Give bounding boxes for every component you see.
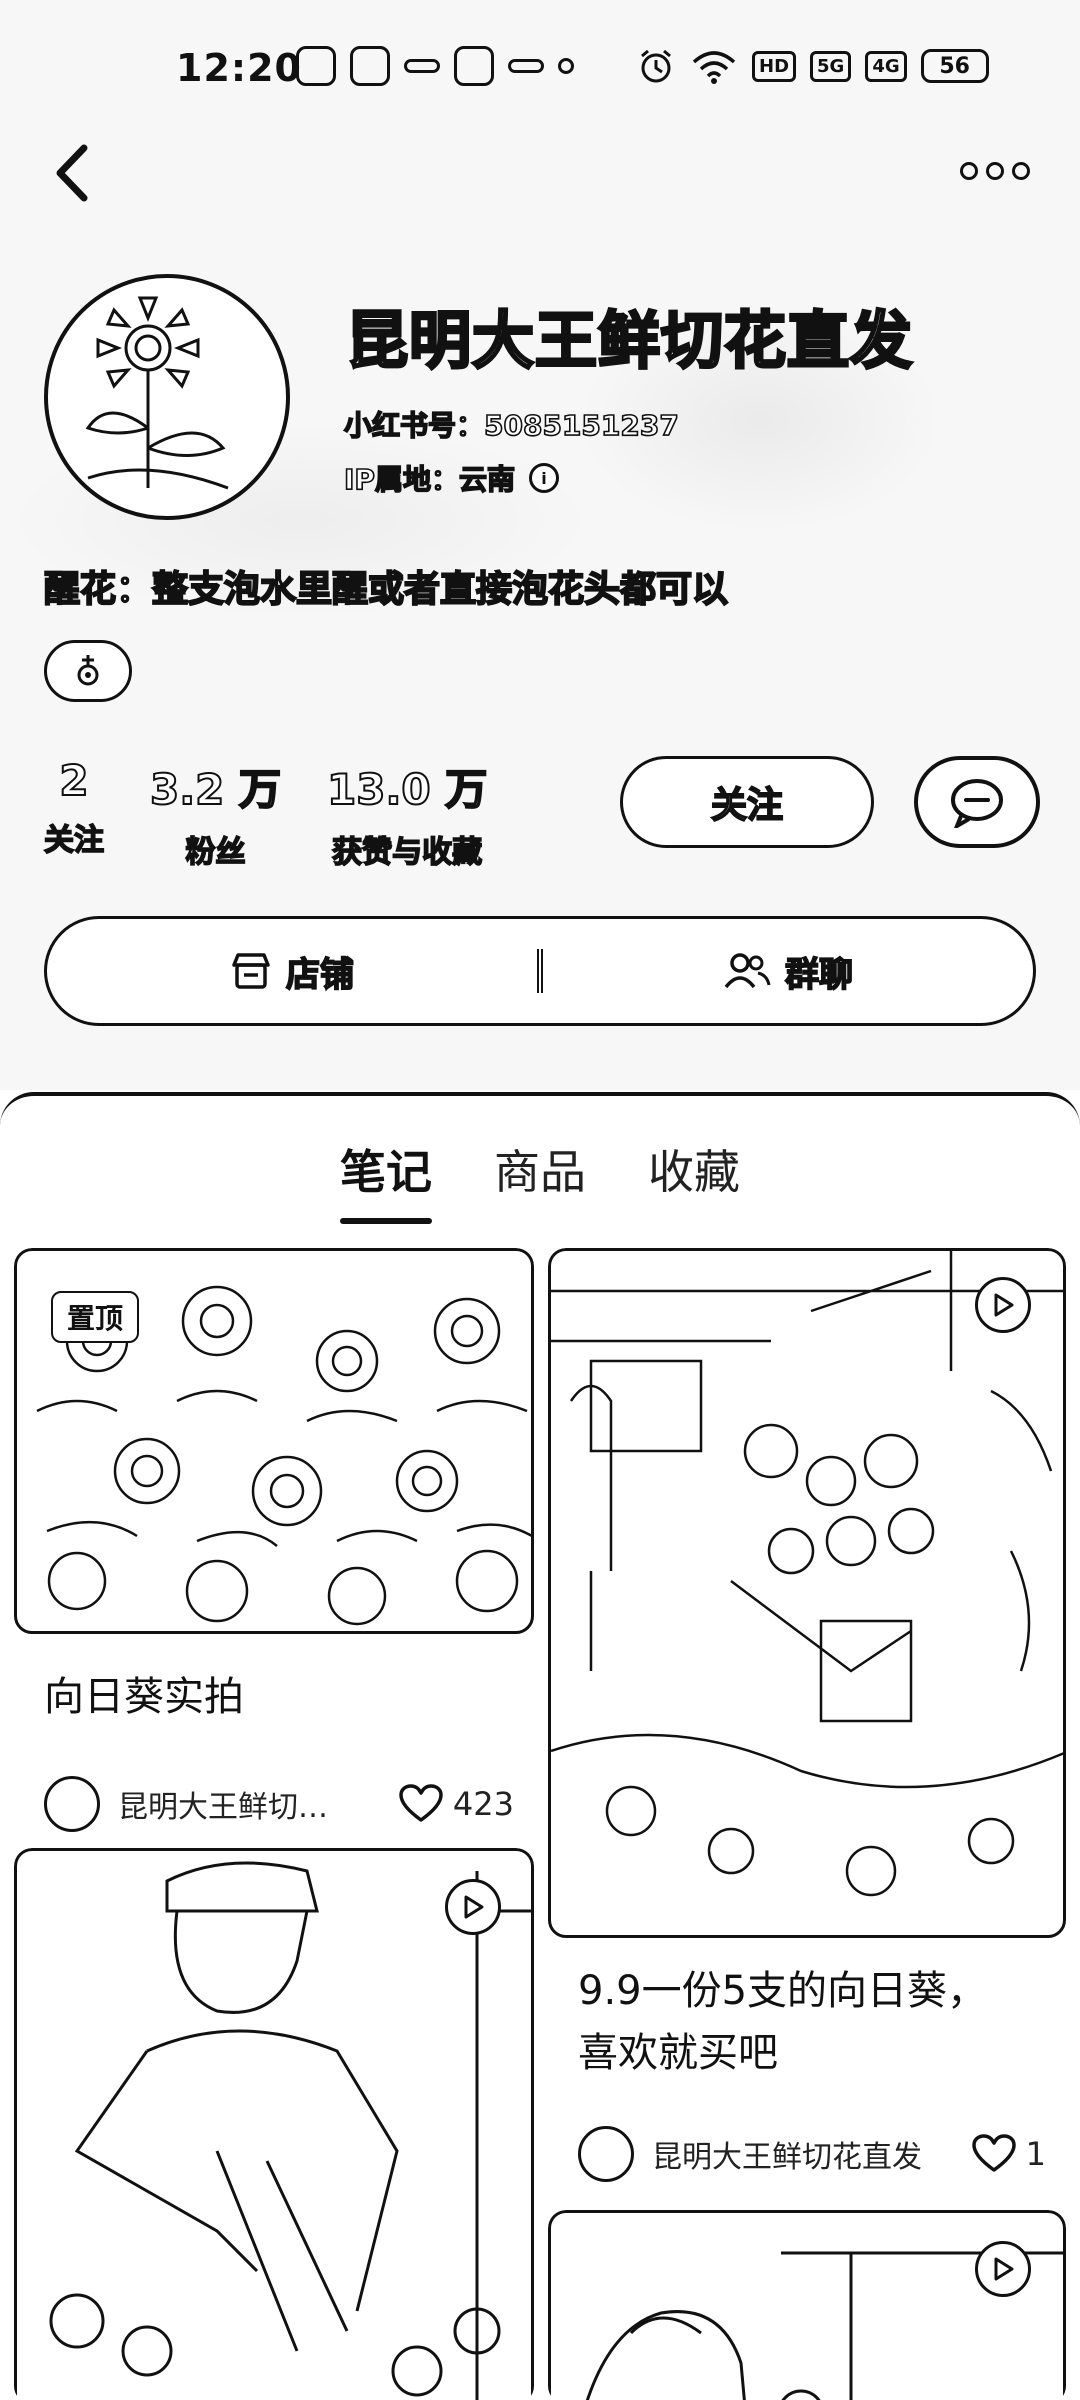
note-card[interactable]: 置顶 向日葵实拍 昆明大王鲜切… 423 (14, 1248, 534, 1908)
more-dot-icon (1012, 162, 1030, 180)
note-meta: 昆明大王鲜切… 423 (44, 1776, 514, 1832)
app-notification-icon (404, 59, 440, 73)
alarm-icon (641, 49, 671, 83)
shop-group-bar: 店铺 群聊 (44, 916, 1036, 1026)
tab-collections[interactable]: 收藏 (648, 1136, 740, 1224)
stat-label: 关注 (43, 822, 105, 859)
play-triangle-icon (994, 1293, 1014, 1317)
chevron-left-icon (56, 144, 88, 202)
note-cover-image: 置顶 (14, 1248, 534, 1634)
more-options-button[interactable] (960, 148, 1034, 194)
notification-icons (296, 46, 574, 86)
info-icon[interactable]: i (528, 463, 559, 493)
note-cover-image (14, 1848, 534, 2400)
video-play-icon[interactable] (975, 1277, 1031, 1333)
system-icons: HD 5G 4G 56 (636, 46, 989, 86)
store-icon (232, 953, 270, 989)
group-users-icon (724, 953, 771, 989)
group-chat-button[interactable]: 群聊 (543, 947, 1033, 996)
message-button[interactable] (914, 756, 1040, 848)
note-meta: 昆明大王鲜切花直发 1 (578, 2126, 1046, 2182)
note-cover-image (548, 1248, 1066, 1938)
like-count: 1 (1025, 2135, 1046, 2173)
stat-likes-saves[interactable]: 13.0 万 获赞与收藏 (326, 756, 488, 871)
sunflower-avatar-image (85, 296, 229, 490)
note-title-line-2: 喜欢就买吧 (578, 2030, 778, 2076)
shop-label: 店铺 (285, 954, 355, 996)
back-button[interactable] (44, 138, 104, 208)
signal-5g: 5G (810, 50, 852, 82)
group-chat-label: 群聊 (784, 954, 854, 996)
gender-tag (44, 640, 132, 702)
signal-4g: 4G (865, 50, 907, 82)
profile-stats: 2 关注 3.2 万 粉丝 13.0 万 获赞与收藏 (43, 755, 488, 871)
gender-icon (77, 655, 99, 686)
hd-badge: HD (752, 50, 797, 82)
like-button[interactable]: 423 (399, 1784, 514, 1824)
florist-person-image (49, 1861, 531, 2400)
app-notification-icon (508, 59, 544, 73)
shop-button[interactable]: 店铺 (47, 947, 537, 996)
stat-value: 3.2 万 (149, 764, 282, 815)
like-button[interactable]: 1 (971, 2134, 1046, 2174)
app-notification-icon (350, 46, 390, 86)
heart-icon (399, 1784, 443, 1822)
more-dot-icon (986, 162, 1004, 180)
app-notification-icon (296, 46, 336, 86)
tab-notes[interactable]: 笔记 (340, 1136, 432, 1224)
note-card[interactable]: 9.9一份5支的向日葵， 喜欢就买吧 昆明大王鲜切花直发 1 (548, 1248, 1066, 2258)
profile-header: 12:20 HD 5G 4G 56 昆明大王鲜切花直发 小红书号：5085151… (0, 0, 1080, 1090)
stat-value: 13.0 万 (326, 764, 488, 815)
play-triangle-icon (464, 1895, 484, 1919)
app-notification-icon (454, 46, 494, 86)
profile-name: 昆明大王鲜切花直发 (344, 303, 914, 379)
status-bar: 12:20 HD 5G 4G 56 (0, 0, 1080, 140)
battery-indicator: 56 (920, 49, 989, 83)
video-play-icon[interactable] (445, 1879, 501, 1935)
author-name[interactable]: 昆明大王鲜切花直发 (652, 2132, 922, 2176)
profile-bio: 醒花：整支泡水里醒或者直接泡花头都可以 (43, 568, 729, 611)
profile-account-id: 小红书号：5085151237 (343, 408, 679, 443)
more-dot-icon (960, 162, 978, 180)
flower-photo-image (585, 2251, 1063, 2400)
status-time: 12:20 (176, 46, 302, 90)
stat-following[interactable]: 2 关注 (43, 755, 105, 871)
stat-label: 粉丝 (185, 834, 247, 871)
content-sheet: 笔记 商品 收藏 置顶 向日葵实拍 昆明大王鲜切… 423 9.9一份5支的向日… (0, 1092, 1080, 2400)
profile-avatar[interactable] (44, 274, 290, 520)
note-title-line-1: 9.9一份5支的向日葵， (578, 1968, 988, 2014)
note-card[interactable] (548, 2210, 1066, 2400)
pinned-badge: 置顶 (51, 1291, 140, 1343)
tab-products[interactable]: 商品 (494, 1136, 586, 1224)
play-triangle-icon (994, 2257, 1014, 2281)
author-avatar[interactable] (44, 1776, 100, 1832)
author-name[interactable]: 昆明大王鲜切… (118, 1782, 328, 1826)
content-tabs: 笔记 商品 收藏 (0, 1136, 1080, 1224)
note-cover-image (548, 2210, 1066, 2400)
heart-icon (971, 2134, 1016, 2172)
dot-icon (558, 58, 574, 74)
wifi-icon (692, 51, 736, 84)
like-count: 423 (452, 1785, 514, 1823)
stat-label: 获赞与收藏 (331, 834, 483, 871)
chat-bubble-icon (951, 779, 1003, 828)
note-card[interactable] (14, 1848, 534, 2400)
flower-market-image (551, 1251, 1063, 1897)
note-title: 向日葵实拍 (44, 1674, 244, 1720)
ip-location-text: IP属地：云南 (343, 462, 516, 497)
profile-ip-location: IP属地：云南 i (343, 458, 559, 498)
author-avatar[interactable] (578, 2126, 634, 2182)
follow-button[interactable]: 关注 (620, 756, 874, 848)
stat-followers[interactable]: 3.2 万 粉丝 (149, 756, 282, 871)
stat-value: 2 (58, 755, 89, 806)
video-play-icon[interactable] (975, 2241, 1031, 2297)
